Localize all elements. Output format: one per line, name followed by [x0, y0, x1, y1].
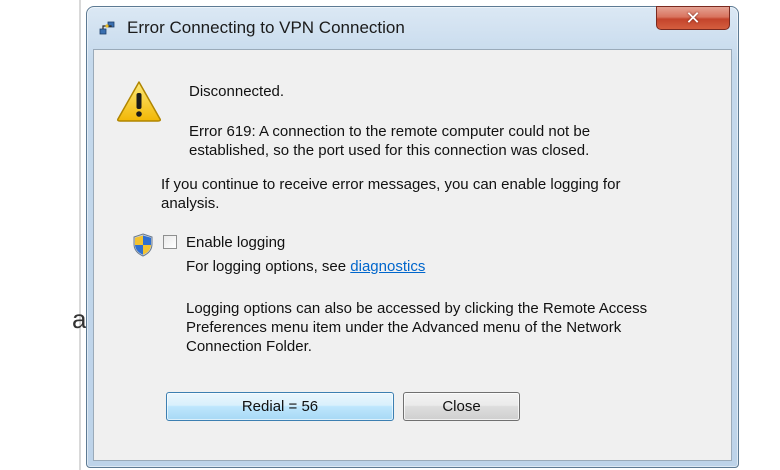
advice-line-1: If you continue to receive error message…: [161, 176, 621, 193]
logging-info-line-3: Connection Folder.: [186, 338, 312, 355]
window-close-button[interactable]: ✕: [656, 6, 730, 30]
logging-info-line-2: Preferences menu item under the Advanced…: [186, 319, 622, 336]
title-bar[interactable]: Error Connecting to VPN Connection ✕: [87, 6, 738, 47]
window-title: Error Connecting to VPN Connection: [127, 18, 405, 37]
enable-logging-checkbox[interactable]: [163, 235, 177, 249]
advice-line-2: analysis.: [161, 195, 220, 212]
logging-advice: If you continue to receive error message…: [161, 175, 681, 213]
error-dialog: Error Connecting to VPN Connection ✕ Dis…: [86, 6, 739, 468]
redial-button[interactable]: Redial = 56: [166, 392, 394, 421]
dialog-body: Disconnected. Error 619: A connection to…: [93, 49, 732, 461]
error-description: Error 619: A connection to the remote co…: [189, 122, 659, 160]
logging-info: Logging options can also be accessed by …: [186, 299, 686, 356]
error-line-2: established, so the port used for this c…: [189, 142, 590, 159]
close-icon: ✕: [685, 8, 701, 28]
logging-options-text: For logging options, see diagnostics: [186, 257, 425, 276]
warning-icon: [117, 81, 161, 122]
diagnostics-link[interactable]: diagnostics: [350, 258, 425, 275]
background-text-fragment: a: [72, 304, 87, 334]
background-divider: [79, 0, 81, 470]
close-button[interactable]: Close: [403, 392, 520, 421]
uac-shield-icon: [133, 233, 153, 257]
error-line-1: Error 619: A connection to the remote co…: [189, 123, 591, 140]
enable-logging-label[interactable]: Enable logging: [186, 233, 285, 252]
logging-info-line-1: Logging options can also be accessed by …: [186, 300, 648, 317]
vpn-network-icon: [99, 21, 115, 35]
screen: a Error Connecting to VPN Connection ✕ D…: [0, 0, 780, 470]
logging-options-prefix: For logging options, see: [186, 258, 351, 275]
status-message: Disconnected.: [189, 83, 285, 100]
